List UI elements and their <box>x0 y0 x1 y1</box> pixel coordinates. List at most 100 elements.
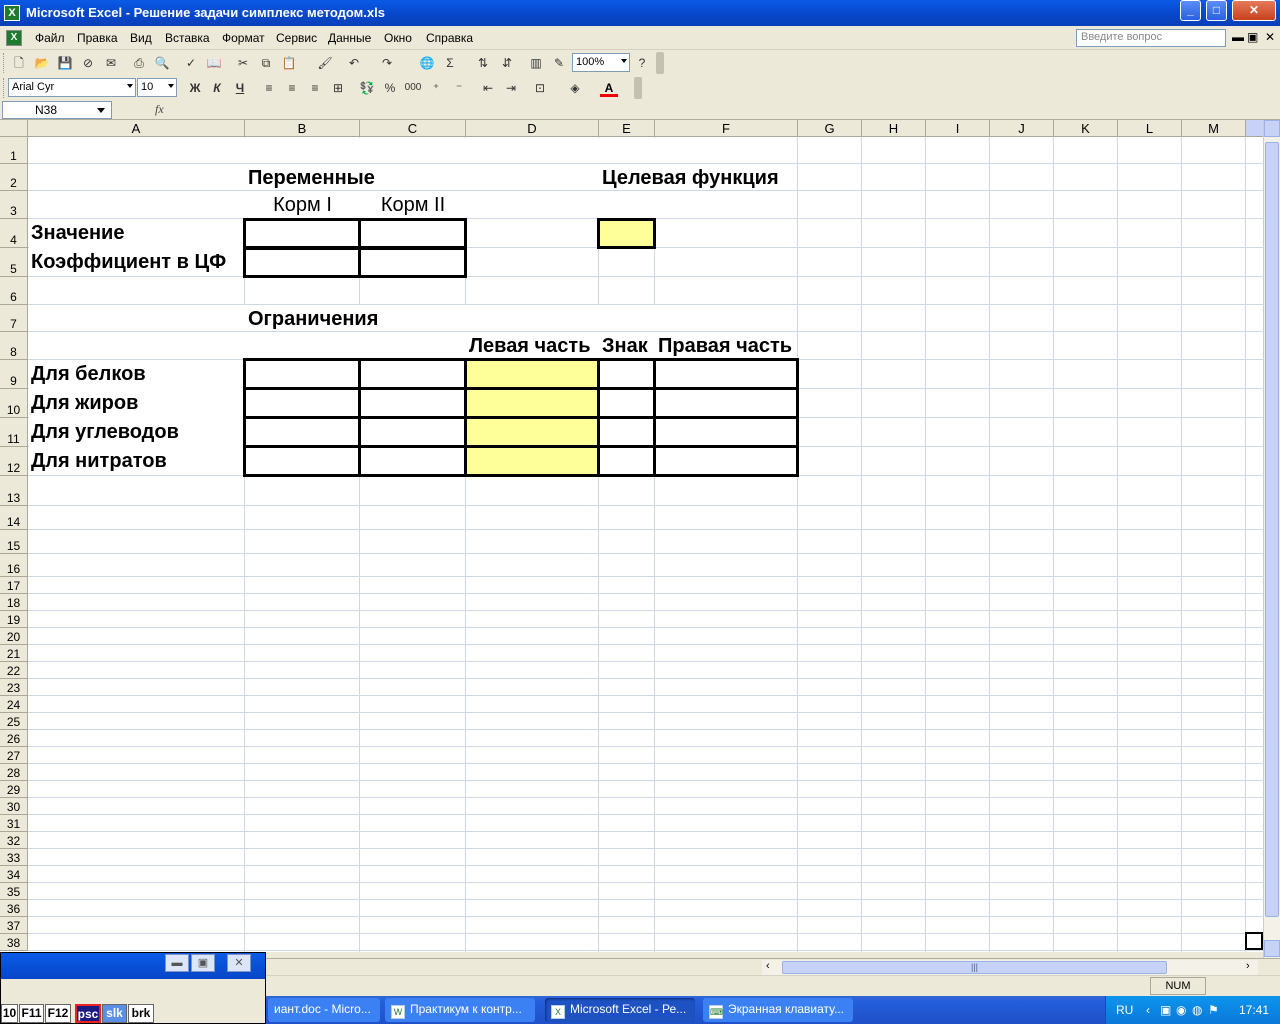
row-header[interactable]: 1 <box>0 137 28 164</box>
row-header[interactable]: 29 <box>0 781 28 798</box>
cell-a4[interactable]: Значение <box>31 222 124 245</box>
sort-descending-icon[interactable]: ⇵ <box>498 54 516 72</box>
cell-f11[interactable] <box>653 416 799 448</box>
cell-f9[interactable] <box>653 358 799 390</box>
col-header-b[interactable]: B <box>245 120 360 137</box>
cell-a11[interactable]: Для углеводов <box>31 421 179 444</box>
row-header[interactable]: 36 <box>0 900 28 917</box>
row-header[interactable]: 37 <box>0 917 28 934</box>
row-header[interactable]: 17 <box>0 577 28 594</box>
cell-b5[interactable] <box>243 247 361 278</box>
keyboard-close-button[interactable]: ✕ <box>227 954 251 972</box>
row-header[interactable]: 22 <box>0 662 28 679</box>
row-header[interactable]: 18 <box>0 594 28 611</box>
excel-app-icon[interactable]: X <box>4 5 20 21</box>
toolbar-options-button[interactable] <box>634 77 642 99</box>
insert-function-icon[interactable]: fx <box>155 102 164 117</box>
horizontal-scroll-thumb[interactable]: ||| <box>782 961 1167 974</box>
flag-icon[interactable]: ⚑ <box>1208 1003 1219 1017</box>
open-icon[interactable]: 📂 <box>33 54 51 72</box>
cell-e12[interactable] <box>597 445 656 477</box>
row-header[interactable]: 35 <box>0 883 28 900</box>
scroll-up-button[interactable] <box>1264 120 1280 137</box>
toolbar-grip[interactable] <box>3 78 6 98</box>
maximize-button[interactable]: □ <box>1206 0 1227 21</box>
print-icon[interactable]: ⎙ <box>130 54 148 72</box>
hyperlink-icon[interactable]: 🌐 <box>418 54 436 72</box>
doc-restore-button[interactable]: ▣ <box>1247 30 1258 44</box>
antivirus-icon[interactable]: ◉ <box>1176 1003 1186 1017</box>
cell-b2[interactable]: Переменные <box>248 167 375 190</box>
col-header-d[interactable]: D <box>466 120 599 137</box>
cell-a5[interactable]: Коэффициент в ЦФ <box>31 251 226 274</box>
cell-c3[interactable]: Корм II <box>360 194 466 217</box>
network-icon[interactable]: ▣ <box>1160 1003 1171 1017</box>
row-header[interactable]: 38 <box>0 934 28 951</box>
italic-button[interactable]: К <box>208 79 226 97</box>
row-header[interactable]: 11 <box>0 418 28 447</box>
col-header-m[interactable]: M <box>1182 120 1246 137</box>
cell-e11[interactable] <box>597 416 656 448</box>
font-size-select[interactable]: 10 <box>137 78 177 97</box>
task-excel[interactable]: X Microsoft Excel - Ре... <box>545 998 695 1022</box>
thousands-button[interactable]: 000 <box>404 79 422 97</box>
align-right-icon[interactable]: ≡ <box>306 79 324 97</box>
cell-b12[interactable] <box>243 445 361 477</box>
cell-e8[interactable]: Знак <box>602 335 648 358</box>
security-icon[interactable]: ◍ <box>1192 1003 1202 1017</box>
clock[interactable]: 17:41 <box>1239 1003 1269 1017</box>
task-word-doc[interactable]: иант.doc - Micro... <box>268 998 380 1022</box>
row-header[interactable]: 9 <box>0 360 28 389</box>
vertical-scroll-thumb[interactable] <box>1265 142 1279 917</box>
copy-icon[interactable]: ⧉ <box>257 54 275 72</box>
scroll-left-icon[interactable]: ‹ <box>766 960 770 972</box>
chart-wizard-icon[interactable]: ▥ <box>527 54 545 72</box>
scroll-down-button[interactable] <box>1264 940 1280 957</box>
key-print-screen[interactable]: psc <box>75 1004 101 1023</box>
doc-minimize-button[interactable]: ▬ <box>1232 30 1244 44</box>
col-header-i[interactable]: I <box>926 120 990 137</box>
row-header[interactable]: 21 <box>0 645 28 662</box>
doc-close-button[interactable]: ✕ <box>1265 30 1275 44</box>
merge-center-icon[interactable]: ⊞ <box>329 79 347 97</box>
undo-icon[interactable]: ↶ <box>345 54 363 72</box>
menu-tools[interactable]: Сервис <box>276 31 317 45</box>
cell-e10[interactable] <box>597 387 656 419</box>
row-header[interactable]: 24 <box>0 696 28 713</box>
new-icon[interactable]: 🗋 <box>10 54 28 72</box>
cut-icon[interactable]: ✂ <box>234 54 252 72</box>
col-header-c[interactable]: C <box>360 120 466 137</box>
tray-expand-icon[interactable]: ‹ <box>1146 1003 1150 1017</box>
row-header[interactable]: 6 <box>0 277 28 305</box>
align-left-icon[interactable]: ≡ <box>260 79 278 97</box>
col-header-e[interactable]: E <box>599 120 655 137</box>
font-name-select[interactable]: Arial Cyr <box>8 78 136 97</box>
zoom-select[interactable]: 100% <box>572 53 630 72</box>
cell-c4[interactable] <box>358 218 467 249</box>
vertical-scrollbar[interactable] <box>1263 120 1280 958</box>
menu-help[interactable]: Справка <box>426 31 473 45</box>
worksheet-grid[interactable]: A B C D E F G H I J K L M Переменные Цел… <box>0 120 1263 952</box>
cell-a10[interactable]: Для жиров <box>31 392 138 415</box>
cell-c10[interactable] <box>358 387 467 419</box>
cell-a9[interactable]: Для белков <box>31 363 146 386</box>
menu-data[interactable]: Данные <box>328 31 371 45</box>
row-header[interactable]: 14 <box>0 506 28 530</box>
cell-d12[interactable] <box>464 445 600 477</box>
underline-button[interactable]: Ч <box>231 79 249 97</box>
ask-question-input[interactable]: Введите вопрос <box>1076 29 1226 47</box>
row-header[interactable]: 5 <box>0 248 28 277</box>
col-header-a[interactable]: A <box>28 120 245 137</box>
cell-e2[interactable]: Целевая функция <box>602 167 779 190</box>
row-header[interactable]: 2 <box>0 164 28 191</box>
select-all-corner[interactable] <box>0 120 28 137</box>
cell-b11[interactable] <box>243 416 361 448</box>
cell-c12[interactable] <box>358 445 467 477</box>
name-box[interactable]: N38 <box>2 101 112 119</box>
increase-indent-icon[interactable]: ⇥ <box>502 79 520 97</box>
split-box[interactable] <box>1245 932 1263 950</box>
permission-icon[interactable]: ⊘ <box>79 54 97 72</box>
row-header[interactable]: 25 <box>0 713 28 730</box>
row-header[interactable]: 26 <box>0 730 28 747</box>
redo-icon[interactable]: ↷ <box>378 54 396 72</box>
